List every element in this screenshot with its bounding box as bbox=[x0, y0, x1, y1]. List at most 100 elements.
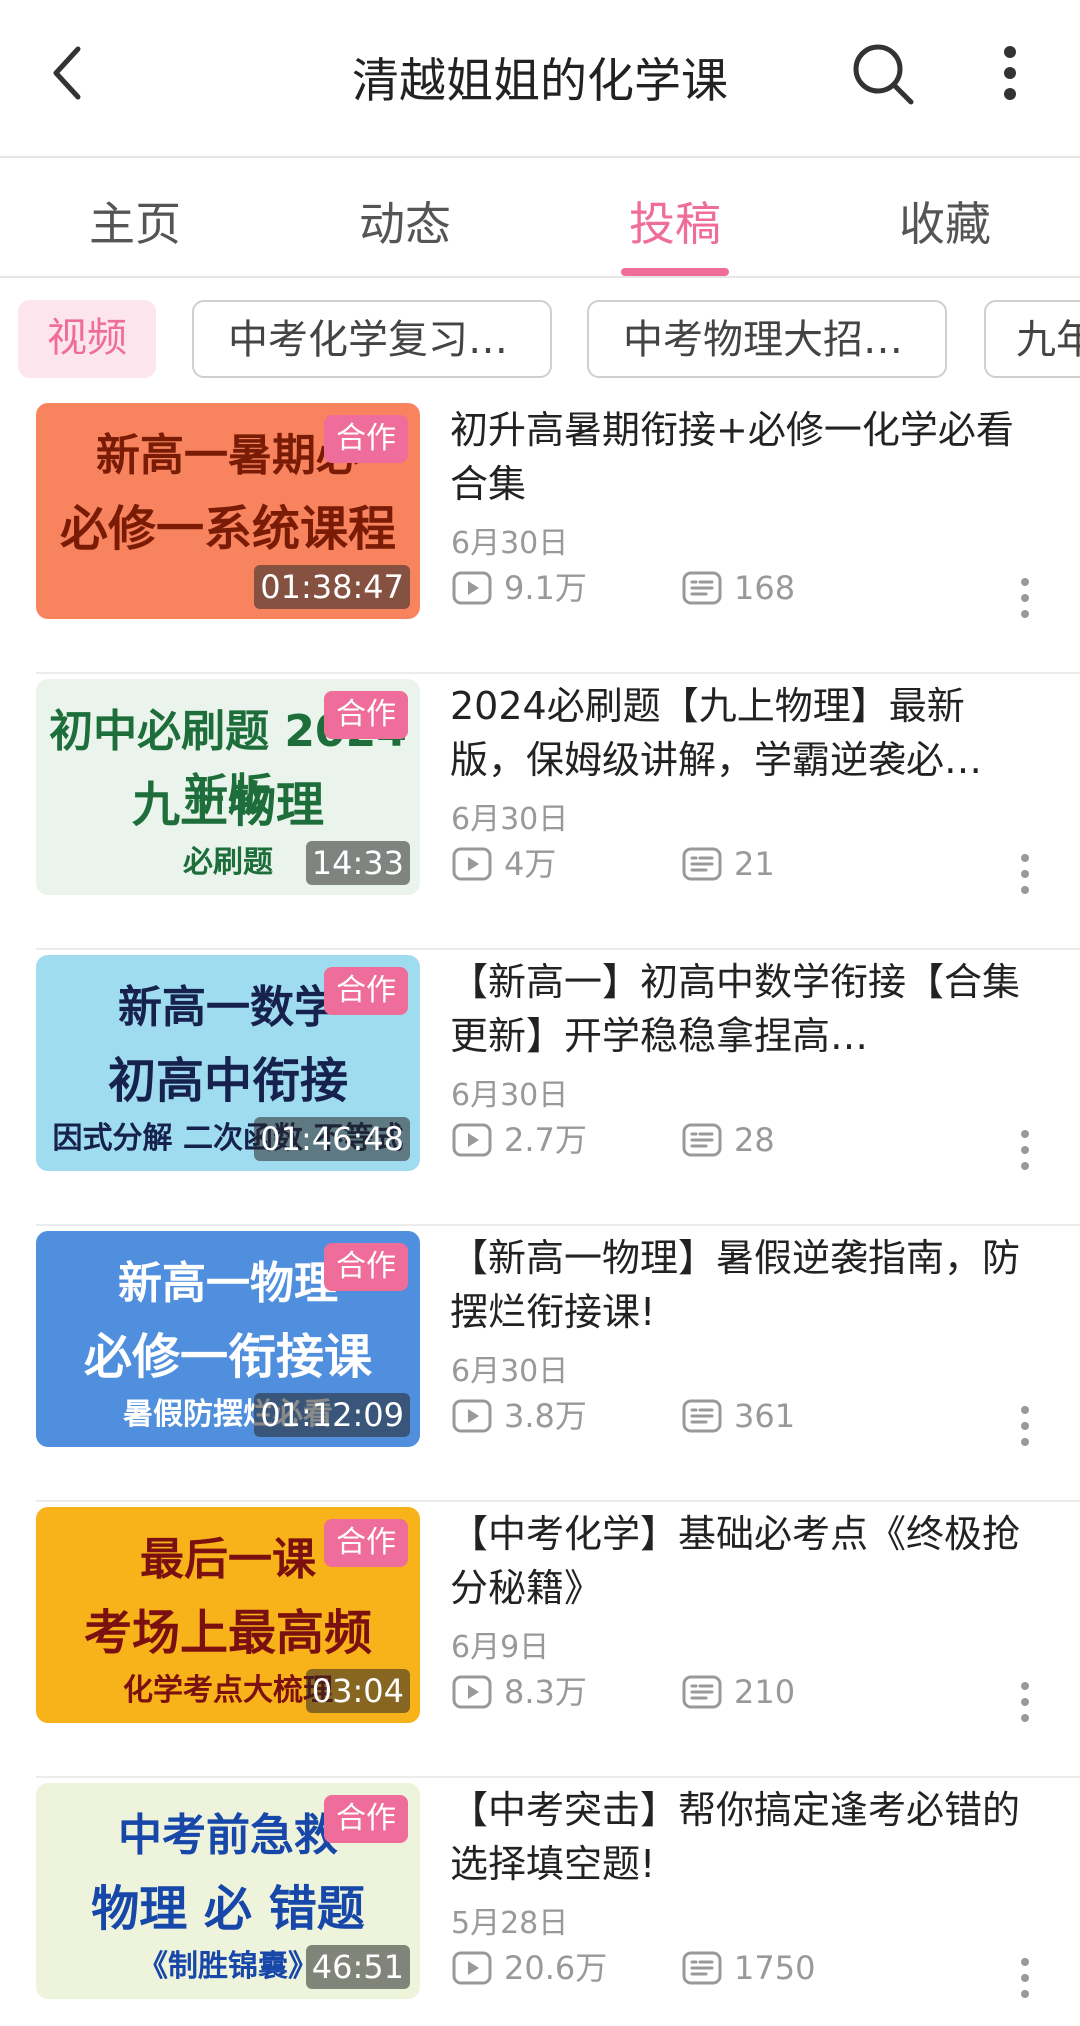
video-thumbnail[interactable]: 新高一暑期必 必修一系统课程 合作 01:38:47 bbox=[36, 403, 420, 619]
video-date: 6月30日 bbox=[451, 1354, 569, 1389]
thumbnail-text-line: 必修一衔接课 bbox=[83, 1329, 372, 1385]
thumbnail-text-line: 必修一系统课程 bbox=[59, 501, 396, 557]
danmaku-icon bbox=[682, 847, 722, 881]
tab-submissions[interactable]: 投稿 bbox=[575, 188, 775, 254]
video-title[interactable]: 2024必刷题【九上物理】最新版，保姆级讲解，学霸逆袭必… bbox=[450, 679, 1040, 787]
more-vertical-icon bbox=[1021, 578, 1029, 618]
danmaku-count: 21 bbox=[682, 842, 882, 886]
collaboration-badge: 合作 bbox=[324, 415, 408, 463]
danmaku-count-value: 361 bbox=[734, 1397, 796, 1435]
danmaku-icon bbox=[682, 1399, 722, 1433]
video-duration: 01:46:48 bbox=[254, 1117, 410, 1161]
danmaku-count-value: 21 bbox=[734, 845, 775, 883]
collaboration-badge: 合作 bbox=[324, 1243, 408, 1291]
search-icon bbox=[853, 44, 914, 105]
danmaku-icon bbox=[682, 571, 722, 605]
top-app-bar: 清越姐姐的化学课 bbox=[0, 0, 1080, 158]
play-count: 4万 bbox=[452, 842, 652, 886]
danmaku-count-value: 168 bbox=[734, 569, 796, 607]
video-title[interactable]: 【中考化学】基础必考点《终极抢分秘籍》 bbox=[450, 1507, 1040, 1615]
play-count-value: 20.6万 bbox=[504, 1949, 608, 1987]
danmaku-count: 210 bbox=[682, 1670, 882, 1714]
video-thumbnail[interactable]: 中考前急救 物理 必 错题 《制胜锦囊》 合作 46:51 bbox=[36, 1783, 420, 1999]
play-count: 2.7万 bbox=[452, 1118, 652, 1162]
filter-chip-physics-tricks[interactable]: 中考物理大招… bbox=[587, 300, 947, 378]
search-button[interactable] bbox=[845, 36, 920, 111]
item-more-button[interactable] bbox=[1010, 850, 1040, 898]
tab-favorites[interactable]: 收藏 bbox=[845, 188, 1045, 254]
tab-dynamics[interactable]: 动态 bbox=[305, 188, 505, 254]
item-more-button[interactable] bbox=[1010, 1402, 1040, 1450]
thumbnail-text-line: 考场上最高频 bbox=[83, 1605, 372, 1661]
video-date: 6月30日 bbox=[451, 1078, 569, 1113]
danmaku-count: 361 bbox=[682, 1394, 882, 1438]
collaboration-badge: 合作 bbox=[324, 1795, 408, 1843]
play-icon bbox=[452, 571, 492, 605]
more-vertical-icon bbox=[1021, 1682, 1029, 1722]
filter-chip-grade-nine[interactable]: 九年 bbox=[984, 300, 1080, 378]
play-icon bbox=[452, 1675, 492, 1709]
thumbnail-text-line: 九上物理 bbox=[131, 777, 324, 833]
video-thumbnail[interactable]: 新高一数学 初高中衔接 因式分解 二次函数 不等式 合作 01:46:48 bbox=[36, 955, 420, 1171]
item-more-button[interactable] bbox=[1010, 1678, 1040, 1726]
danmaku-icon bbox=[682, 1951, 722, 1985]
play-count-value: 8.3万 bbox=[504, 1673, 587, 1711]
tab-home[interactable]: 主页 bbox=[35, 188, 235, 254]
collaboration-badge: 合作 bbox=[324, 691, 408, 739]
thumbnail-text-line: 物理 必 错题 bbox=[91, 1881, 365, 1937]
item-more-button[interactable] bbox=[1010, 1954, 1040, 2002]
play-icon bbox=[452, 1399, 492, 1433]
video-duration: 14:33 bbox=[305, 841, 410, 885]
video-thumbnail[interactable]: 新高一物理 必修一衔接课 暑假防摆烂必看 合作 01:12:09 bbox=[36, 1231, 420, 1447]
video-title[interactable]: 【中考突击】帮你搞定逢考必错的选择填空题! bbox=[450, 1783, 1040, 1891]
danmaku-icon bbox=[682, 1675, 722, 1709]
video-date: 6月30日 bbox=[451, 802, 569, 837]
danmaku-count-value: 210 bbox=[734, 1673, 796, 1711]
filter-chip-row: 视频 中考化学复习… 中考物理大招… 九年 bbox=[0, 300, 1080, 382]
play-icon bbox=[452, 847, 492, 881]
play-count-value: 3.8万 bbox=[504, 1397, 587, 1435]
video-list-item[interactable]: 中考前急救 物理 必 错题 《制胜锦囊》 合作 46:51 【中考突击】帮你搞定… bbox=[0, 1778, 1080, 2026]
item-more-button[interactable] bbox=[1010, 1126, 1040, 1174]
video-title[interactable]: 【新高一物理】暑假逆袭指南，防摆烂衔接课! bbox=[450, 1231, 1040, 1339]
item-more-button[interactable] bbox=[1010, 574, 1040, 622]
active-tab-indicator bbox=[621, 268, 729, 276]
video-list-item[interactable]: 初中必刷题 2024新版 九上物理 必刷题 合作 14:33 2024必刷题【九… bbox=[0, 674, 1080, 950]
video-date: 5月28日 bbox=[451, 1906, 569, 1941]
play-count: 20.6万 bbox=[452, 1946, 652, 1990]
video-duration: 01:38:47 bbox=[254, 565, 410, 609]
more-vertical-icon bbox=[1021, 1130, 1029, 1170]
play-count: 3.8万 bbox=[452, 1394, 652, 1438]
danmaku-count: 1750 bbox=[682, 1946, 882, 1990]
collaboration-badge: 合作 bbox=[324, 967, 408, 1015]
video-title[interactable]: 初升高暑期衔接+必修一化学必看合集 bbox=[450, 403, 1040, 511]
video-date: 6月30日 bbox=[451, 526, 569, 561]
more-vertical-icon bbox=[1021, 854, 1029, 894]
danmaku-count-value: 28 bbox=[734, 1121, 775, 1159]
more-vertical-icon bbox=[1021, 1406, 1029, 1446]
filter-chip-video[interactable]: 视频 bbox=[18, 300, 156, 378]
profile-tabs: 主页 动态 投稿 收藏 bbox=[0, 160, 1080, 278]
danmaku-icon bbox=[682, 1123, 722, 1157]
video-thumbnail[interactable]: 初中必刷题 2024新版 九上物理 必刷题 合作 14:33 bbox=[36, 679, 420, 895]
more-options-button[interactable] bbox=[985, 36, 1035, 111]
more-vertical-icon bbox=[1004, 46, 1016, 100]
video-list-item[interactable]: 最后一课 考场上最高频 化学考点大梳理 合作 03:04 【中考化学】基础必考点… bbox=[0, 1502, 1080, 1778]
danmaku-count-value: 1750 bbox=[734, 1949, 816, 1987]
video-title[interactable]: 【新高一】初高中数学衔接【合集更新】开学稳稳拿捏高… bbox=[450, 955, 1040, 1063]
video-date: 6月9日 bbox=[451, 1630, 550, 1665]
video-duration: 01:12:09 bbox=[254, 1393, 410, 1437]
thumbnail-text-line: 初高中衔接 bbox=[107, 1053, 348, 1109]
video-duration: 03:04 bbox=[305, 1669, 410, 1713]
collaboration-badge: 合作 bbox=[324, 1519, 408, 1567]
danmaku-count: 28 bbox=[682, 1118, 882, 1162]
video-list-item[interactable]: 新高一数学 初高中衔接 因式分解 二次函数 不等式 合作 01:46:48 【新… bbox=[0, 950, 1080, 1226]
video-list-item[interactable]: 新高一暑期必 必修一系统课程 合作 01:38:47 初升高暑期衔接+必修一化学… bbox=[0, 398, 1080, 674]
video-thumbnail[interactable]: 最后一课 考场上最高频 化学考点大梳理 合作 03:04 bbox=[36, 1507, 420, 1723]
video-list-item[interactable]: 新高一物理 必修一衔接课 暑假防摆烂必看 合作 01:12:09 【新高一物理】… bbox=[0, 1226, 1080, 1502]
video-duration: 46:51 bbox=[305, 1945, 410, 1989]
danmaku-count: 168 bbox=[682, 566, 882, 610]
play-count: 8.3万 bbox=[452, 1670, 652, 1714]
filter-chip-chemistry-review[interactable]: 中考化学复习… bbox=[192, 300, 552, 378]
play-count-value: 4万 bbox=[504, 845, 557, 883]
